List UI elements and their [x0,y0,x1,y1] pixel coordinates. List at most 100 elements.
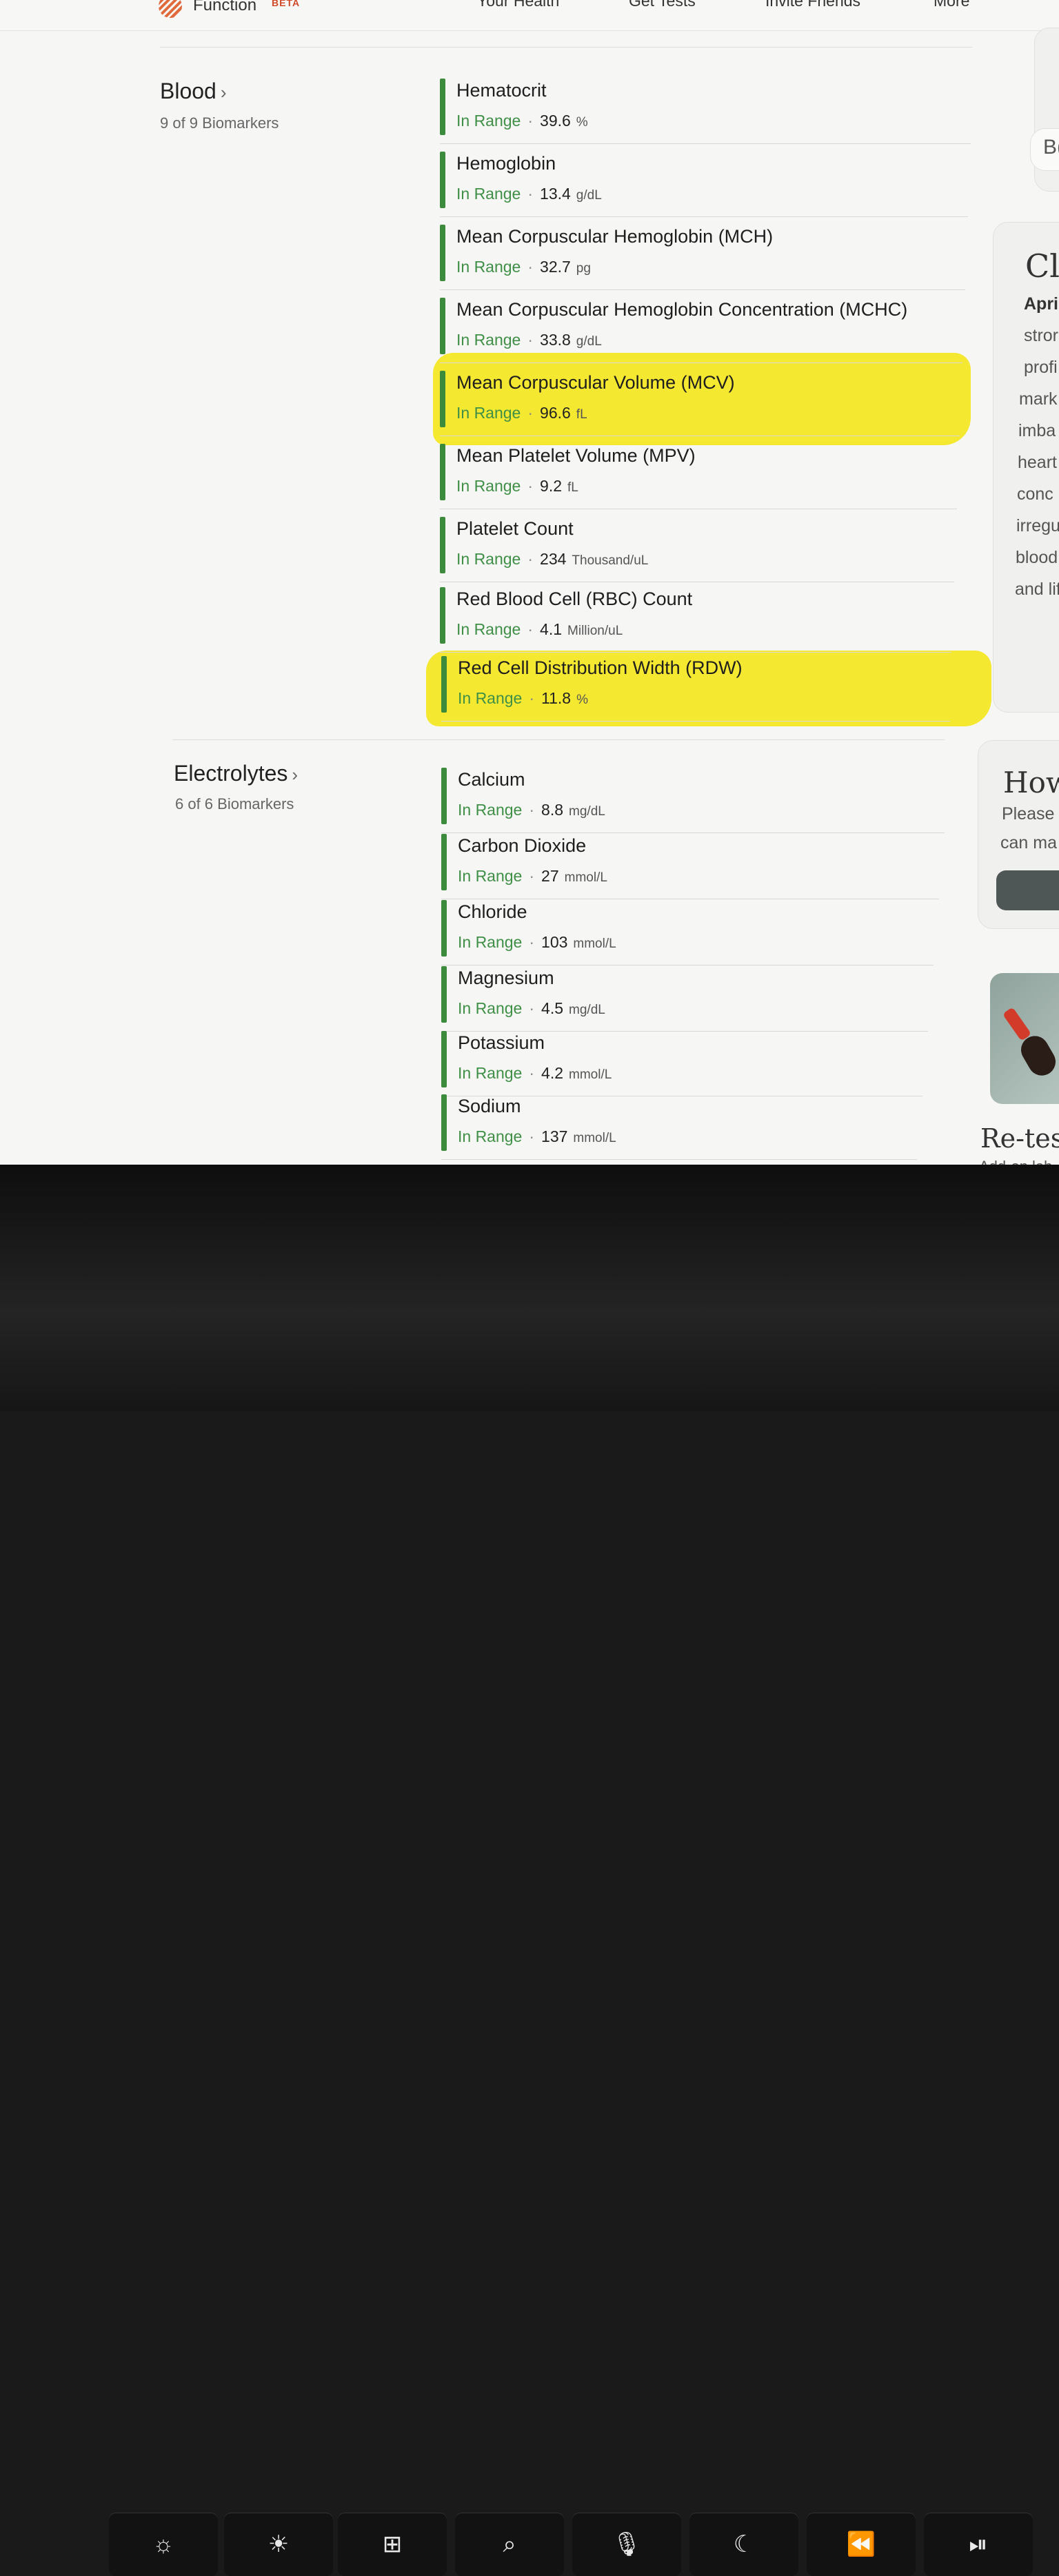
biomarker-result: In Range · 9.2 fL [456,477,578,495]
biomarker-row[interactable]: Mean Corpuscular Hemoglobin (MCH) In Rang… [440,225,965,290]
sidebar-button[interactable]: B( [1030,128,1059,171]
section-title-electrolytes[interactable]: Electrolytes › [174,761,298,786]
separator-dot: · [527,550,534,568]
biomarker-value: 103 [541,933,568,951]
status-label: In Range [458,689,523,707]
status-label: In Range [458,867,523,885]
row-divider [440,289,965,290]
nav-your-health[interactable]: Your Health [477,0,559,10]
biomarker-name: Hemoglobin [456,153,556,174]
biomarker-row[interactable]: Red Cell Distribution Width (RDW) In Rang… [441,656,950,722]
phone-image [1002,1007,1032,1041]
row-divider [441,721,950,722]
play-pause-icon[interactable]: ⏯ [924,2513,1033,2576]
biomarker-value: 39.6 [540,112,571,130]
biomarker-row[interactable]: Potassium In Range · 4.2 mmol/L [441,1031,922,1096]
biomarker-result: In Range · 11.8% [458,689,588,708]
separator-dot: · [529,999,535,1017]
biomarker-row[interactable]: Carbon Dioxide In Range · 27 mmol/L [441,834,939,899]
clinician-note-line: conc [1017,484,1053,504]
nav-invite-friends[interactable]: Invite Friends [765,0,860,10]
biomarker-value: 11.8 [541,689,572,707]
status-bar [440,152,445,208]
biomarker-value: 4.5 [541,999,564,1017]
clinician-note-line: imba [1018,421,1056,440]
status-label: In Range [456,185,521,203]
biomarker-unit: mmol/L [573,937,616,951]
spotlight-search-icon[interactable]: ⌕ [455,2513,564,2576]
do-not-disturb-moon-icon[interactable]: ☾ [689,2513,798,2576]
biomarker-result: In Range · 137 mmol/L [458,1127,616,1146]
biomarker-row[interactable]: Hemoglobin In Range · 13.4 g/dL [440,152,968,217]
top-nav: Function BETA Your Health Get Tests Invi… [0,0,1059,31]
nav-more[interactable]: More [934,0,969,10]
clinician-note-line: profi [1024,358,1058,377]
biomarker-result: In Range · 4.1 Million/uL [456,620,623,639]
status-label: In Range [458,801,523,819]
separator-dot: · [527,331,534,349]
biomarker-unit: Thousand/uL [572,553,649,568]
biomarker-unit: mmol/L [573,1131,616,1145]
how-card-action-button[interactable] [996,870,1059,910]
brightness-down-icon[interactable]: ☼ [109,2513,218,2576]
brand-name[interactable]: Function [193,0,256,15]
separator-dot: · [527,404,534,422]
biomarker-row[interactable]: Sodium In Range · 137 mmol/L [441,1094,917,1160]
status-bar [440,298,445,354]
nav-get-tests[interactable]: Get Tests [629,0,696,10]
retest-heading[interactable]: Re-test [980,1123,1059,1154]
biomarker-result: In Range · 8.8 mg/dL [458,801,605,819]
biomarker-unit: mg/dL [569,1003,605,1017]
brightness-up-icon[interactable]: ☀ [224,2513,333,2576]
biomarker-row[interactable]: Calcium In Range · 8.8 mg/dL [441,768,945,833]
section-count-blood: 9 of 9 Biomarkers [160,114,279,132]
biomarker-value: 32.7 [540,258,571,276]
section-title-blood[interactable]: Blood › [160,79,227,104]
biomarker-name: Mean Corpuscular Hemoglobin Concentratio… [456,299,908,320]
biomarker-name: Carbon Dioxide [458,835,587,856]
biomarker-name: Calcium [458,769,525,790]
beta-badge: BETA [272,0,301,8]
row-divider [440,216,968,217]
dictation-microphone-icon[interactable]: 🎙 [572,2513,681,2576]
biomarker-value: 27 [541,867,559,885]
clinician-note-line: blood [1016,548,1058,567]
clinician-note-line: and lif [1015,580,1059,599]
biomarker-row[interactable]: Mean Corpuscular Hemoglobin Concentratio… [440,298,962,363]
row-divider [441,832,945,833]
status-label: In Range [456,550,521,568]
section-title-text: Blood [160,79,216,103]
status-bar [440,444,445,500]
biomarker-name: Mean Platelet Volume (MPV) [456,445,696,466]
biomarker-row[interactable]: Platelet Count In Range · 234 Thousand/uL [440,517,954,582]
function-logo-icon[interactable] [159,0,182,18]
biomarker-row[interactable]: Magnesium In Range · 4.5 mg/dL [441,966,928,1032]
status-bar [440,79,445,135]
rewind-icon[interactable]: ⏪ [807,2513,916,2576]
biomarker-row[interactable]: Mean Corpuscular Volume (MCV) In Range · 96… [440,371,960,436]
section-count-electrolytes: 6 of 6 Biomarkers [175,795,294,812]
row-divider [441,1159,917,1160]
separator-dot: · [529,689,535,707]
biomarker-name: Mean Corpuscular Volume (MCV) [456,372,735,393]
clinician-note-line: heart [1018,453,1057,472]
status-bar [440,225,445,281]
biomarker-result: In Range · 27 mmol/L [458,867,607,886]
status-bar [441,656,447,713]
biomarker-result: In Range · 33.8 g/dL [456,331,602,349]
biomarker-value: 4.2 [541,1064,564,1082]
biomarker-value: 8.8 [541,801,564,819]
biomarker-name: Sodium [458,1096,521,1116]
biomarker-row[interactable]: Hematocrit In Range · 39.6% [440,79,971,144]
status-bar [441,834,447,890]
status-label: In Range [458,999,523,1017]
mission-control-icon[interactable]: ⊞ [338,2513,447,2576]
biomarker-row[interactable]: Mean Platelet Volume (MPV) In Range · 9.2 fL [440,444,957,509]
biomarker-result: In Range · 39.6% [456,112,588,130]
biomarker-row[interactable]: Chloride In Range · 103 mmol/L [441,900,934,965]
status-label: In Range [456,112,521,130]
biomarker-unit: mg/dL [569,804,605,819]
how-card: How Please can ma [978,740,1059,929]
status-label: In Range [458,933,523,951]
biomarker-row[interactable]: Red Blood Cell (RBC) Count In Range · 4.1 Mi… [440,587,951,653]
